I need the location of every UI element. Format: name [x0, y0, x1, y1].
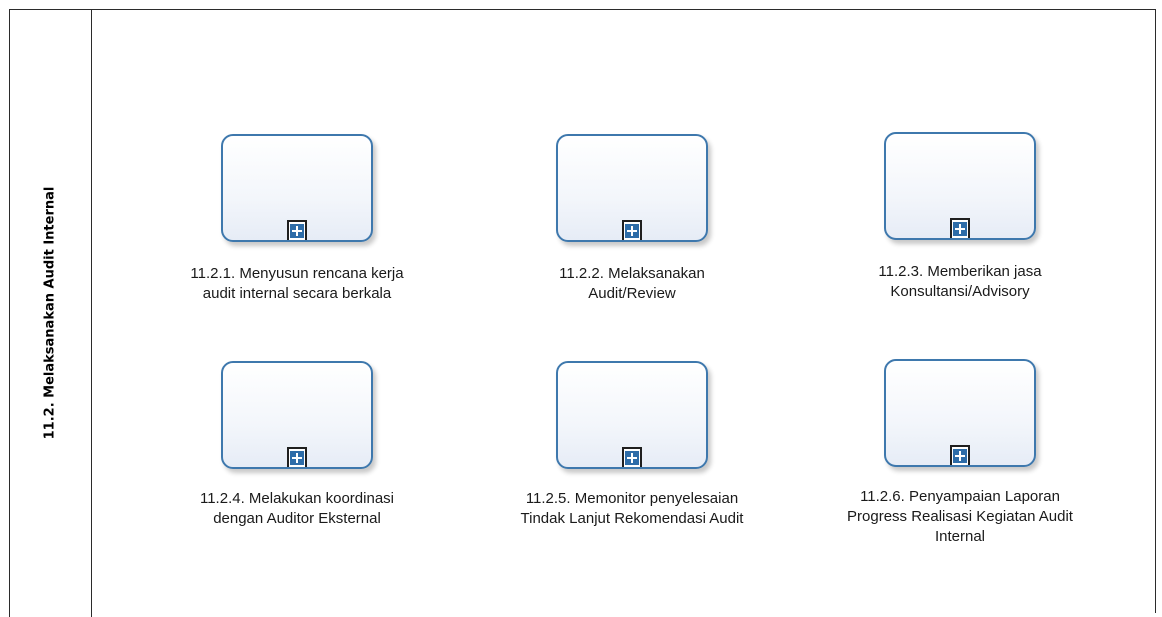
task-label-11-2-6: 11.2.6. Penyampaian Laporan Progress Rea…: [820, 487, 1100, 547]
subprocess-task-11-2-5[interactable]: [556, 361, 708, 469]
pool-right-border: [1155, 9, 1156, 613]
task-label-line: 11.2.1. Menyusun rencana kerja: [190, 265, 404, 282]
task-label-line: 11.2.3. Memberikan jasa: [878, 263, 1042, 280]
task-label-line: Konsultansi/Advisory: [890, 283, 1030, 300]
subprocess-expand-icon[interactable]: [287, 220, 307, 240]
task-label-line: Progress Realisasi Kegiatan Audit: [847, 508, 1073, 525]
subprocess-task-11-2-4[interactable]: [221, 361, 373, 469]
task-label-11-2-1: 11.2.1. Menyusun rencana kerja audit int…: [157, 264, 437, 304]
task-label-11-2-4: 11.2.4. Melakukan koordinasi dengan Audi…: [157, 489, 437, 529]
task-label-line: 11.2.5. Memonitor penyelesaian: [525, 490, 739, 507]
lane-header-divider: [91, 9, 92, 617]
subprocess-expand-icon[interactable]: [950, 445, 970, 465]
lane-title: 11.2. Melaksanakan Audit Internal: [42, 186, 58, 440]
task-label-line: Tindak Lanjut Rekomendasi Audit: [520, 510, 744, 527]
task-label-line: Audit/Review: [588, 285, 676, 302]
subprocess-expand-icon[interactable]: [287, 447, 307, 467]
task-label-11-2-3: 11.2.3. Memberikan jasa Konsultansi/Advi…: [820, 262, 1100, 302]
subprocess-expand-icon[interactable]: [622, 220, 642, 240]
task-label-line: 11.2.2. Melaksanakan: [559, 265, 705, 282]
task-label-line: audit internal secara berkala: [202, 285, 392, 302]
subprocess-expand-icon[interactable]: [950, 218, 970, 238]
subprocess-task-11-2-3[interactable]: [884, 132, 1036, 240]
pool-left-border: [9, 9, 10, 617]
subprocess-expand-icon[interactable]: [622, 447, 642, 467]
subprocess-task-11-2-6[interactable]: [884, 359, 1036, 467]
subprocess-task-11-2-1[interactable]: [221, 134, 373, 242]
task-label-11-2-2: 11.2.2. Melaksanakan Audit/Review: [492, 264, 772, 304]
subprocess-task-11-2-2[interactable]: [556, 134, 708, 242]
task-label-line: 11.2.6. Penyampaian Laporan: [860, 488, 1060, 505]
task-label-11-2-5: 11.2.5. Memonitor penyelesaian Tindak La…: [492, 489, 772, 529]
diagram-canvas: 11.2. Melaksanakan Audit Internal 11.2.1…: [0, 0, 1162, 617]
task-label-line: 11.2.4. Melakukan koordinasi: [199, 490, 394, 507]
task-label-line: Internal: [934, 528, 986, 545]
task-label-line: dengan Auditor Eksternal: [213, 510, 381, 527]
pool-top-border: [9, 9, 1156, 10]
